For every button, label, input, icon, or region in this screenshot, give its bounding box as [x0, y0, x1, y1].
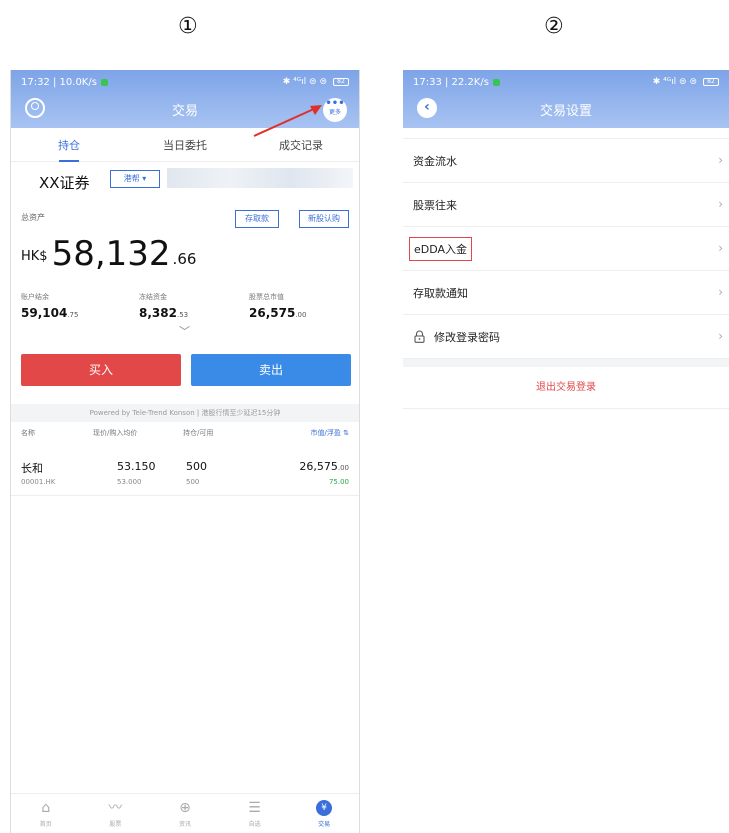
page-title: 交易设置	[539, 104, 592, 119]
table-row[interactable]: 长和 00001.HK 53.150 53.000 500 500 26,575…	[11, 460, 359, 496]
nav-home[interactable]: ⌂ 首页	[11, 794, 81, 833]
stock-profit: 75.00	[328, 478, 349, 486]
stock-name: 长和	[21, 462, 43, 475]
app-indicator-icon	[100, 78, 108, 86]
total-assets-label: 总资产	[21, 213, 45, 222]
settings-header: 17:33 | 22.2K/s ✱ ⁴ᴳıl ⊜ ⊜ 82 ‹ 交易设置	[403, 70, 729, 128]
status-time: 17:33 | 22.2K/s	[413, 76, 489, 88]
status-time: 17:32 | 10.0K/s	[21, 76, 97, 88]
trade-settings-screen: 17:33 | 22.2K/s ✱ ⁴ᴳıl ⊜ ⊜ 82 ‹ 交易设置 资金流水…	[403, 70, 729, 410]
menu-edda-deposit[interactable]: eDDA入金 ›	[403, 227, 729, 271]
chevron-right-icon: ›	[718, 197, 723, 211]
menu-deposit-notice[interactable]: 存取款通知 ›	[403, 271, 729, 315]
logout-button[interactable]: 退出交易登录	[403, 367, 729, 409]
chevron-right-icon: ›	[718, 153, 723, 167]
stat-label: 账户结余	[21, 293, 49, 301]
menu-stock-transfer[interactable]: 股票往来 ›	[403, 183, 729, 227]
stat-label: 冻结资金	[139, 293, 167, 301]
battery-icon: 82	[703, 78, 719, 86]
stat-label: 股票总市值	[249, 293, 284, 301]
total-integer: 58,132	[51, 234, 171, 274]
stat-value: 59,104.75	[21, 306, 79, 320]
powered-by-notice: Powered by Tele-Trend Konson | 港股行情至少延迟1…	[11, 404, 359, 422]
menu-label-highlighted: eDDA入金	[409, 236, 473, 261]
nav-label: 首页	[39, 821, 52, 828]
total-cents: .66	[172, 250, 197, 268]
col-name: 名称	[21, 429, 35, 437]
signal-icons: ✱ ⁴ᴳıl ⊜ ⊜	[282, 77, 327, 87]
stock-available: 500	[186, 478, 200, 486]
signal-icons: ✱ ⁴ᴳıl ⊜ ⊜	[652, 77, 697, 87]
redacted-account-info	[167, 168, 353, 188]
trade-screen: 17:32 | 10.0K/s ✱ ⁴ᴳıl ⊜ ⊜ 82 交易 ••• 更多 持…	[10, 70, 360, 833]
tab-today-orders[interactable]: 当日委托	[127, 137, 243, 153]
menu-label: 存取款通知	[413, 286, 468, 300]
nav-watchlist[interactable]: ☰ 自选	[220, 794, 290, 833]
stock-cost: 53.000	[117, 478, 142, 486]
nav-label: 股票	[109, 821, 122, 828]
menu-label: 修改登录密码	[434, 330, 500, 344]
section-divider	[403, 359, 729, 367]
annotation-arrow-icon	[253, 105, 322, 137]
battery-icon: 82	[333, 78, 349, 86]
menu-change-password[interactable]: 修改登录密码 ›	[403, 315, 729, 359]
stat-value: 26,575.00	[249, 306, 307, 320]
buy-button[interactable]: 买入	[21, 354, 181, 386]
holdings-table-header: 名称 现价/购入均价 持仓/可用 市值/浮盈 ⇅	[11, 428, 359, 444]
list-icon: ☰	[248, 800, 261, 816]
chevron-right-icon: ›	[718, 285, 723, 299]
yen-icon: ¥	[316, 800, 333, 816]
broker-row: XX证券 港帮 ▾	[11, 162, 359, 198]
nav-stocks[interactable]: 〰股票	[81, 794, 151, 833]
lock-icon	[414, 330, 425, 343]
nav-label: 资讯	[178, 821, 191, 828]
ipo-subscribe-button[interactable]: 新股认购	[299, 210, 349, 228]
stat-value: 8,382.53	[139, 306, 189, 320]
app-indicator-icon	[492, 78, 500, 86]
stat-market-value: 股票总市值 26,575.00	[249, 292, 306, 320]
sell-button[interactable]: 卖出	[191, 354, 351, 386]
status-bar: 17:32 | 10.0K/s ✱ ⁴ᴳıl ⊜ ⊜ 82	[21, 75, 349, 89]
currency-label: HK$	[21, 249, 48, 264]
menu-label: 股票往来	[413, 198, 457, 212]
status-bar: 17:33 | 22.2K/s ✱ ⁴ᴳıl ⊜ ⊜ 82	[413, 75, 719, 89]
col-qty: 持仓/可用	[183, 429, 214, 437]
nav-label: 自选	[248, 821, 261, 828]
total-assets-value: HK$ 58,132 .66	[21, 236, 196, 272]
col-market-value-sort[interactable]: 市值/浮盈 ⇅	[311, 428, 349, 438]
stock-market-value: 26,575.00	[299, 460, 349, 473]
market-selector[interactable]: 港帮 ▾	[110, 170, 160, 188]
step-number-two: ②	[544, 14, 564, 39]
tab-positions[interactable]: 持仓	[11, 137, 127, 162]
stock-qty: 500	[186, 460, 207, 473]
home-icon: ⌂	[41, 800, 51, 816]
step-number-one: ①	[178, 14, 198, 39]
bottom-nav: ⌂ 首页 〰股票 ⊕ 资讯 ☰ 自选 ¥ 交易	[11, 793, 359, 833]
deposit-withdraw-button[interactable]: 存取款	[235, 210, 279, 228]
chart-icon: 〰	[108, 800, 123, 816]
stat-account-balance: 账户结余 59,104.75	[21, 292, 78, 320]
menu-label: 资金流水	[413, 154, 457, 168]
settings-menu: 资金流水 › 股票往来 › eDDA入金 › 存取款通知 › 修改登录密码 › 退出交易登…	[403, 138, 729, 409]
nav-trade[interactable]: ¥ 交易	[289, 794, 359, 833]
col-price: 现价/购入均价	[93, 429, 138, 437]
nav-news[interactable]: ⊕ 资讯	[150, 794, 220, 833]
stock-price: 53.150	[117, 460, 156, 473]
stat-frozen-funds: 冻结资金 8,382.53	[139, 292, 188, 320]
stock-code: 00001.HK	[21, 478, 56, 486]
nav-label: 交易	[318, 821, 331, 828]
chevron-right-icon: ›	[718, 329, 723, 343]
chevron-down-icon[interactable]: ﹀	[179, 323, 190, 339]
chevron-right-icon: ›	[718, 241, 723, 255]
broker-name: XX证券	[39, 174, 90, 192]
plus-circle-icon: ⊕	[179, 800, 191, 816]
menu-fund-flow[interactable]: 资金流水 ›	[403, 139, 729, 183]
